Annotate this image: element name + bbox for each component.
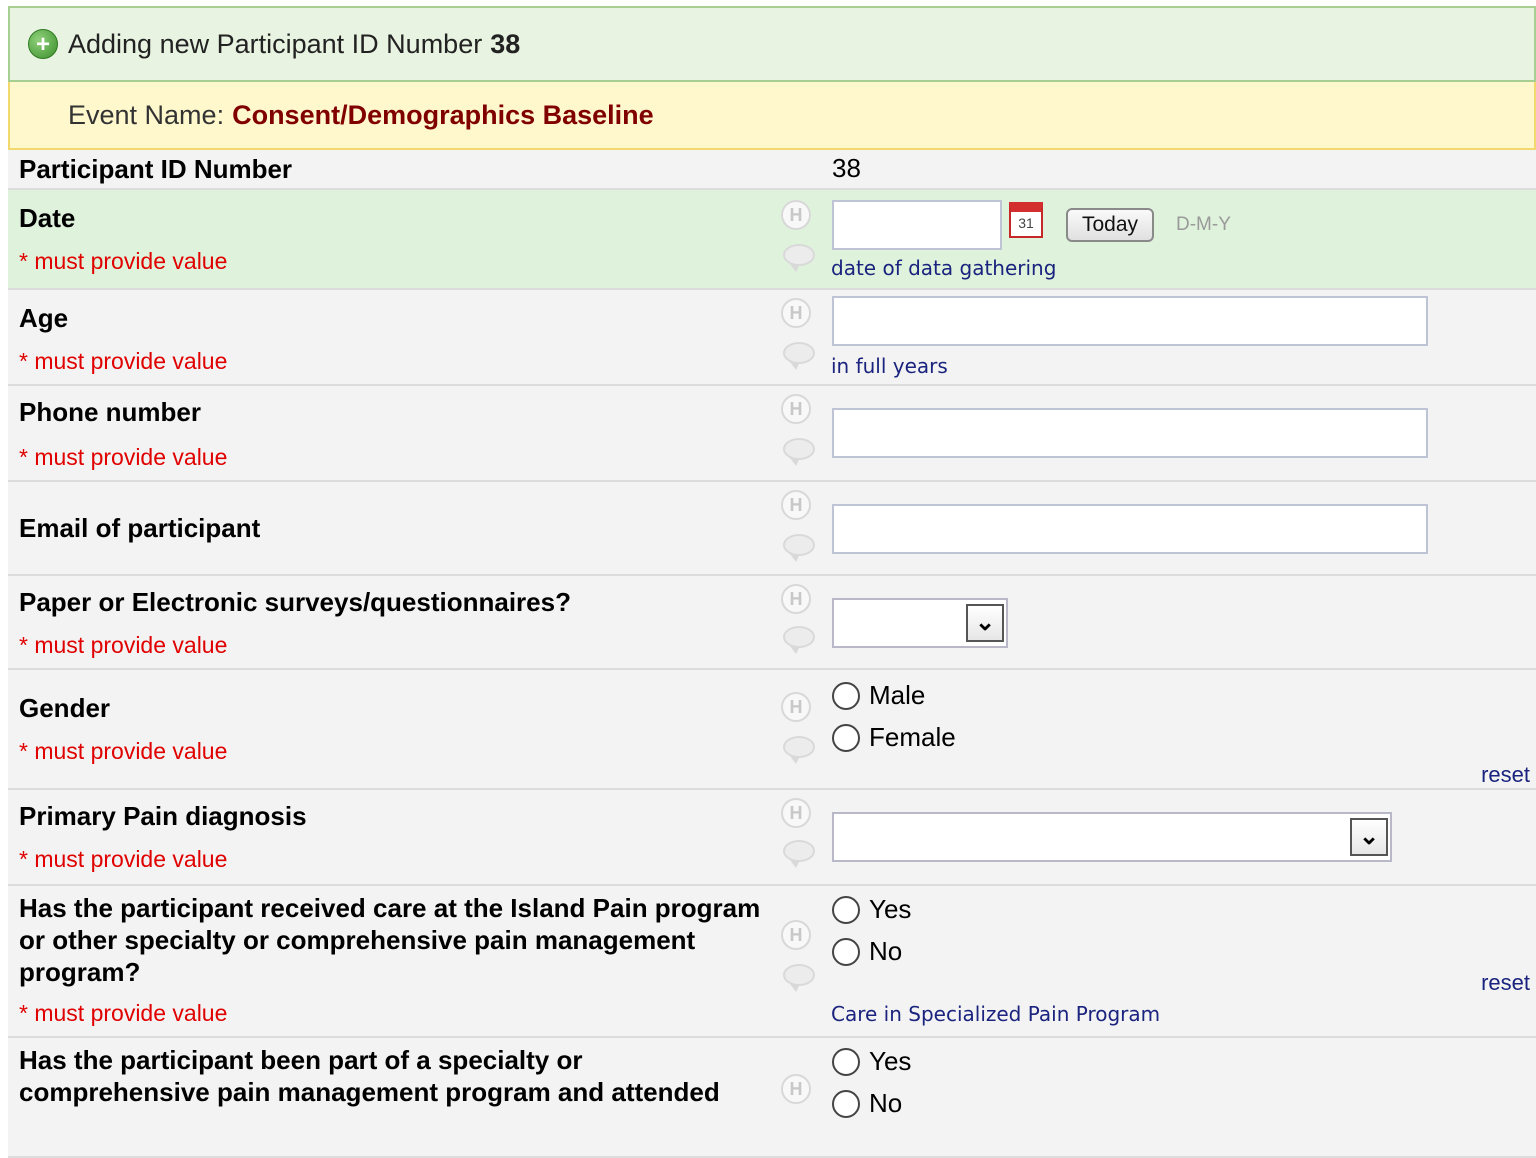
radio-button[interactable] (832, 895, 860, 924)
radio-button[interactable] (832, 937, 860, 966)
event-name: Consent/Demographics Baseline (232, 99, 654, 130)
phone-label: Phone number (19, 397, 202, 427)
program-attended-option-no[interactable]: No (832, 1088, 902, 1119)
radio-label: No (869, 936, 903, 966)
comment-icon[interactable] (783, 736, 815, 764)
add-icon: + (28, 29, 58, 59)
care-program-label: Has the participant received care at the… (19, 893, 761, 987)
field-help-icon[interactable]: H (781, 394, 811, 424)
field-help-icon[interactable]: H (781, 692, 811, 722)
row-phone: Phone number * must provide value H (8, 386, 1536, 482)
care-program-option-no[interactable]: No (832, 936, 902, 967)
radio-label: Yes (869, 1046, 912, 1076)
survey-type-required: * must provide value (19, 632, 228, 658)
age-input[interactable] (832, 296, 1428, 346)
comment-icon[interactable] (783, 626, 815, 654)
date-note: date of data gathering (831, 256, 1057, 280)
field-help-icon[interactable]: H (781, 920, 811, 950)
phone-input[interactable] (832, 408, 1428, 458)
comment-icon[interactable] (783, 840, 815, 868)
radio-label: No (869, 1088, 903, 1118)
chevron-down-icon[interactable]: ⌄ (1350, 818, 1388, 856)
care-program-required: * must provide value (19, 1000, 228, 1026)
row-age: Age * must provide value H in full years (8, 290, 1536, 386)
phone-required: * must provide value (19, 444, 228, 470)
event-label: Event Name: (68, 99, 225, 130)
gender-option-female[interactable]: Female (832, 722, 956, 753)
age-label: Age (19, 303, 69, 333)
email-label: Email of participant (19, 513, 261, 543)
row-care-program: Has the participant received care at the… (8, 886, 1536, 1038)
today-button[interactable]: Today (1066, 208, 1155, 242)
radio-button[interactable] (832, 1089, 860, 1118)
row-survey-type: Paper or Electronic surveys/questionnair… (8, 576, 1536, 670)
form-header: + Adding new Participant ID Number 38 (8, 6, 1536, 82)
date-format-hint: D-M-Y (1176, 214, 1231, 235)
date-required: * must provide value (19, 248, 228, 274)
calendar-icon[interactable]: 31 (1009, 202, 1043, 238)
care-program-reset-link[interactable]: reset (1481, 970, 1530, 996)
field-help-icon[interactable]: H (781, 584, 811, 614)
age-note: in full years (831, 354, 948, 378)
field-help-icon[interactable]: H (781, 798, 811, 828)
field-help-icon[interactable]: H (781, 1074, 811, 1104)
row-email: Email of participant H (8, 482, 1536, 576)
comment-icon[interactable] (783, 964, 815, 992)
radio-button[interactable] (832, 723, 860, 752)
age-required: * must provide value (19, 348, 228, 374)
header-record-id: 38 (490, 28, 521, 59)
survey-type-label: Paper or Electronic surveys/questionnair… (19, 587, 571, 617)
field-help-icon[interactable]: H (781, 298, 811, 328)
header-title: Adding new Participant ID Number (68, 28, 483, 59)
pain-diagnosis-select[interactable]: ⌄ (832, 812, 1392, 862)
gender-reset-link[interactable]: reset (1481, 762, 1530, 788)
row-pain-diagnosis: Primary Pain diagnosis * must provide va… (8, 790, 1536, 886)
care-program-option-yes[interactable]: Yes (832, 894, 911, 925)
participant-id-label: Participant ID Number (19, 154, 293, 184)
data-entry-form: + Adding new Participant ID Number 38 Ev… (8, 6, 1536, 1158)
radio-label: Yes (869, 894, 912, 924)
comment-icon[interactable] (783, 534, 815, 562)
event-banner: Event Name: Consent/Demographics Baselin… (8, 82, 1536, 150)
row-gender: Gender * must provide value H Male Femal… (8, 670, 1536, 790)
radio-label: Male (869, 680, 926, 710)
gender-required: * must provide value (19, 738, 228, 764)
care-program-note: Care in Specialized Pain Program (831, 1002, 1161, 1026)
date-label: Date (19, 203, 76, 233)
chevron-down-icon[interactable]: ⌄ (966, 604, 1004, 642)
field-help-icon[interactable]: H (781, 490, 811, 520)
pain-diagnosis-required: * must provide value (19, 846, 228, 872)
comment-icon[interactable] (783, 342, 815, 370)
survey-type-select[interactable]: ⌄ (832, 598, 1008, 648)
comment-icon[interactable] (783, 244, 815, 272)
radio-button[interactable] (832, 1047, 860, 1076)
radio-button[interactable] (832, 681, 860, 710)
email-input[interactable] (832, 504, 1428, 554)
gender-option-male[interactable]: Male (832, 680, 925, 711)
row-program-attended: Has the participant been part of a speci… (8, 1038, 1536, 1158)
comment-icon[interactable] (783, 438, 815, 466)
radio-label: Female (869, 722, 956, 752)
gender-label: Gender (19, 693, 111, 723)
row-participant-id: Participant ID Number 38 (8, 150, 1536, 190)
row-date: Date * must provide value H 31 Today D-M… (8, 190, 1536, 290)
program-attended-option-yes[interactable]: Yes (832, 1046, 911, 1077)
date-input[interactable] (832, 200, 1002, 250)
field-help-icon[interactable]: H (781, 200, 811, 230)
pain-diagnosis-label: Primary Pain diagnosis (19, 801, 307, 831)
participant-id-value: 38 (832, 153, 861, 183)
program-attended-label: Has the participant been part of a speci… (19, 1045, 720, 1107)
